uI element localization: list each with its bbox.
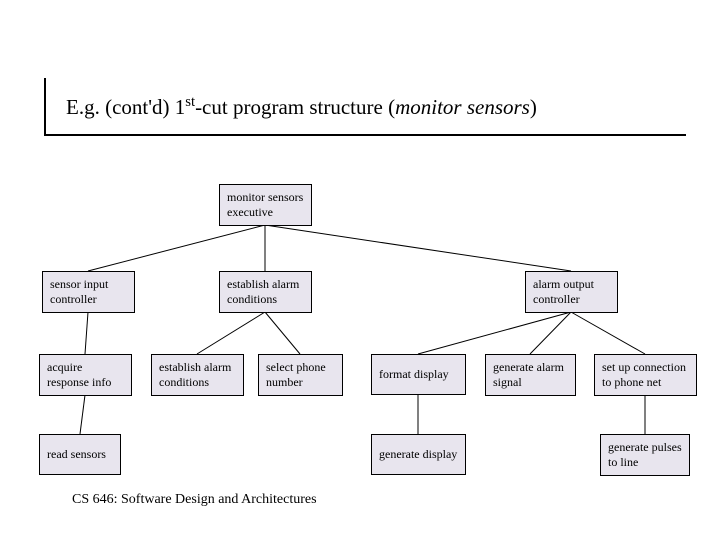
box-select-phone-number: select phone number	[258, 354, 343, 396]
box-alarm-output-controller: alarm output controller	[525, 271, 618, 313]
slide-title-frame: E.g. (cont'd) 1st-cut program structure …	[44, 78, 686, 136]
box-setup-connection-phone-net: set up connection to phone net	[594, 354, 697, 396]
box-format-display: format display	[371, 354, 466, 395]
box-establish-alarm-conditions-2: establish alarm conditions	[151, 354, 244, 396]
box-establish-alarm-conditions: establish alarm conditions	[219, 271, 312, 313]
slide-title: E.g. (cont'd) 1st-cut program structure …	[46, 78, 686, 136]
box-monitor-sensors-executive: monitor sensors executive	[219, 184, 312, 226]
box-generate-display: generate display	[371, 434, 466, 475]
box-acquire-response-info: acquire response info	[39, 354, 132, 396]
box-generate-pulses-to-line: generate pulses to line	[600, 434, 690, 476]
box-generate-alarm-signal: generate alarm signal	[485, 354, 576, 396]
box-sensor-input-controller: sensor input controller	[42, 271, 135, 313]
box-read-sensors: read sensors	[39, 434, 121, 475]
slide-footer: CS 646: Software Design and Architecture…	[72, 492, 317, 508]
